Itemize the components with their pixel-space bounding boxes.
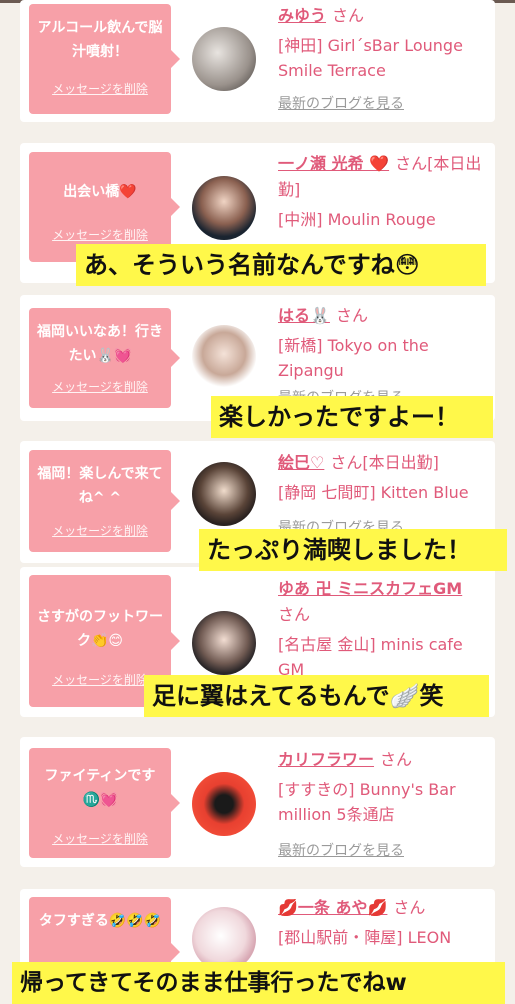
delete-message-link[interactable]: メッセージを削除 [29,226,171,243]
caption-overlay: 足に翼はえてるもんで🪽笑 [144,675,489,717]
caption-overlay: 楽しかったですよー！ [211,396,493,438]
shop-name: [中洲] Moulin Rouge [278,210,436,229]
delete-message-link[interactable]: メッセージを削除 [29,830,171,847]
shop-name: [神田] Girl´sBar Lounge Smile Terrace [278,36,463,80]
delete-message-link[interactable]: メッセージを削除 [29,378,171,395]
avatar[interactable] [192,772,256,836]
latest-blog-link[interactable]: 最新のブログを見る [278,840,404,860]
caption-overlay: たっぷり満喫しました！ [199,529,507,571]
avatar[interactable] [192,611,256,675]
member-name-link[interactable]: ゆあ 卍 ミニスカフェGM [278,579,462,598]
member-name-link[interactable]: はる🐰 [278,306,330,325]
message-text: ファイティンです♏️💓 [44,768,156,808]
message-bubble: ファイティンです♏️💓 メッセージを削除 [29,748,180,858]
latest-blog-link[interactable]: 最新のブログを見る [278,93,404,113]
avatar[interactable] [192,27,256,91]
list-item: アルコール飲んで脳汁噴射！ メッセージを削除 みゆう さん [神田] Girl´s… [20,0,495,122]
delete-message-link[interactable]: メッセージを削除 [29,522,171,539]
message-text: 福岡いいなあ！行きたい🐰💓 [37,324,163,364]
message-text: アルコール飲んで脳汁噴射！ [37,20,163,60]
caption-overlay: あ、そういう名前なんですね😳 [76,244,486,286]
shop-name: [すすきの] Bunny's Bar million 5条通店 [278,780,456,824]
honorific: さん [330,453,363,472]
shop-name: [新橋] Tokyo on the Zipangu [278,336,429,380]
honorific: さん [335,306,368,325]
member-name-link[interactable]: カリフラワー [278,750,374,769]
message-text: 出会い橋❤️ [63,184,137,200]
message-text: 福岡！楽しんで来てね^ ^ [37,466,163,506]
avatar[interactable] [192,462,256,526]
message-bubble: 福岡いいなあ！行きたい🐰💓 メッセージを削除 [29,308,180,408]
message-text: タフすぎる🤣🤣🤣 [38,913,162,929]
message-text: さすがのフットワーク👏😊 [37,609,163,649]
member-name-link[interactable]: 一ノ瀬 光希 ❤️ [278,154,389,173]
honorific: さん [393,898,426,917]
honorific: さん [332,6,365,25]
message-bubble: アルコール飲んで脳汁噴射！ メッセージを削除 [29,4,180,114]
status-text: [本日出勤] [362,453,439,472]
avatar[interactable] [192,325,256,389]
honorific: さん [380,750,413,769]
shop-name: [郡山駅前・陣屋] LEON [278,928,452,947]
honorific: さん [278,605,311,624]
shop-name: [静岡 七間町] Kitten Blue [278,483,469,502]
list-item: ファイティンです♏️💓 メッセージを削除 カリフラワー さん [すすきの] Bun… [20,737,495,867]
member-name-link[interactable]: みゆう [278,6,326,25]
delete-message-link[interactable]: メッセージを削除 [29,80,171,97]
honorific: さん [395,154,428,173]
caption-overlay: 帰ってきてそのまま仕事行ったでねw [12,962,505,1004]
avatar[interactable] [192,176,256,240]
member-name-link[interactable]: 絵巳♡ [278,453,324,472]
message-bubble: 福岡！楽しんで来てね^ ^ メッセージを削除 [29,450,180,552]
member-name-link[interactable]: 💋一条 あや💋 [278,898,387,917]
